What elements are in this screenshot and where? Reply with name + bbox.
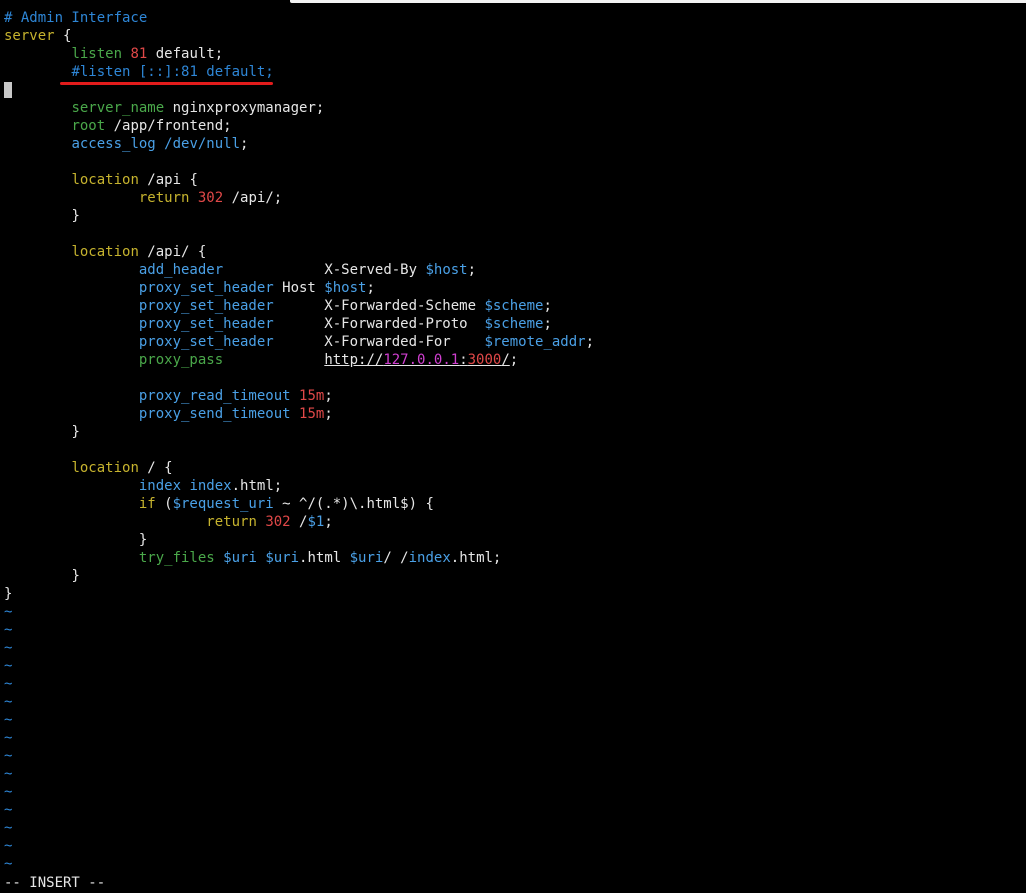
code-line-4: #listen [::]:81 default; bbox=[4, 63, 1022, 81]
empty-line-marker: ~ bbox=[4, 676, 13, 692]
code-line-6: server_name nginxproxymanager; bbox=[71, 100, 325, 116]
code-line-24: } bbox=[71, 424, 80, 440]
code-line-29: return 302 /$1; bbox=[206, 514, 333, 530]
empty-line-marker: ~ bbox=[4, 622, 13, 638]
vim-mode-indicator: -- INSERT -- bbox=[4, 875, 106, 891]
code-line-22: proxy_read_timeout 15m; bbox=[138, 388, 333, 404]
empty-line-marker: ~ bbox=[4, 766, 13, 782]
empty-line-marker: ~ bbox=[4, 748, 13, 764]
empty-line-marker: ~ bbox=[4, 820, 13, 836]
empty-line-marker: ~ bbox=[4, 604, 13, 620]
empty-line-marker: ~ bbox=[4, 658, 13, 674]
code-line-31: try_files $uri $uri.html $uri/ /index.ht… bbox=[138, 550, 502, 566]
empty-line-marker: ~ bbox=[4, 838, 13, 854]
code-line-10: location /api { bbox=[71, 172, 198, 188]
code-line-27: index index.html; bbox=[138, 478, 283, 494]
code-line-32: } bbox=[71, 568, 80, 584]
proxy-pass-url: http://127.0.0.1:3000/ bbox=[324, 352, 510, 368]
code-line-18: proxy_set_header X-Forwarded-Proto $sche… bbox=[138, 316, 552, 332]
empty-line-marker: ~ bbox=[4, 712, 13, 728]
code-line-19: proxy_set_header X-Forwarded-For $remote… bbox=[138, 334, 595, 350]
text-cursor bbox=[4, 82, 12, 98]
code-line-26: location / { bbox=[71, 460, 173, 476]
code-line-8: access_log /dev/null; bbox=[71, 136, 249, 152]
empty-line-marker: ~ bbox=[4, 784, 13, 800]
code-line-7: root /app/frontend; bbox=[71, 118, 232, 134]
window-top-edge bbox=[0, 0, 1026, 4]
empty-line-marker: ~ bbox=[4, 856, 13, 872]
empty-line-marker: ~ bbox=[4, 802, 13, 818]
browser-tab-edge bbox=[290, 0, 1026, 3]
commented-listen-ipv6: #listen [::]:81 default; bbox=[71, 64, 274, 80]
code-line-17: proxy_set_header X-Forwarded-Scheme $sch… bbox=[138, 298, 552, 314]
code-line-15: add_header X-Served-By $host; bbox=[138, 262, 477, 278]
code-line-33: } bbox=[4, 586, 13, 602]
code-line-3: listen 81 default; bbox=[71, 46, 224, 62]
code-line-2: server { bbox=[4, 28, 72, 44]
code-line-1: # Admin Interface bbox=[4, 10, 148, 26]
empty-line-marker: ~ bbox=[4, 640, 13, 656]
code-line-16: proxy_set_header Host $host; bbox=[138, 280, 375, 296]
code-line-12: } bbox=[71, 208, 80, 224]
code-line-28: if ($request_uri ~ ^/(.*)\.html$) { bbox=[138, 496, 434, 512]
empty-line-marker: ~ bbox=[4, 730, 13, 746]
code-line-14: location /api/ { bbox=[71, 244, 207, 260]
code-line-30: } bbox=[138, 532, 148, 548]
red-underline-annotation bbox=[60, 82, 273, 85]
code-line-23: proxy_send_timeout 15m; bbox=[138, 406, 333, 422]
code-line-11: return 302 /api/; bbox=[138, 190, 283, 206]
empty-line-marker: ~ bbox=[4, 694, 13, 710]
vim-editor-buffer[interactable]: # Admin Interface server { listen 81 def… bbox=[4, 9, 1022, 873]
code-line-20: proxy_pass http://127.0.0.1:3000/; bbox=[138, 352, 519, 368]
